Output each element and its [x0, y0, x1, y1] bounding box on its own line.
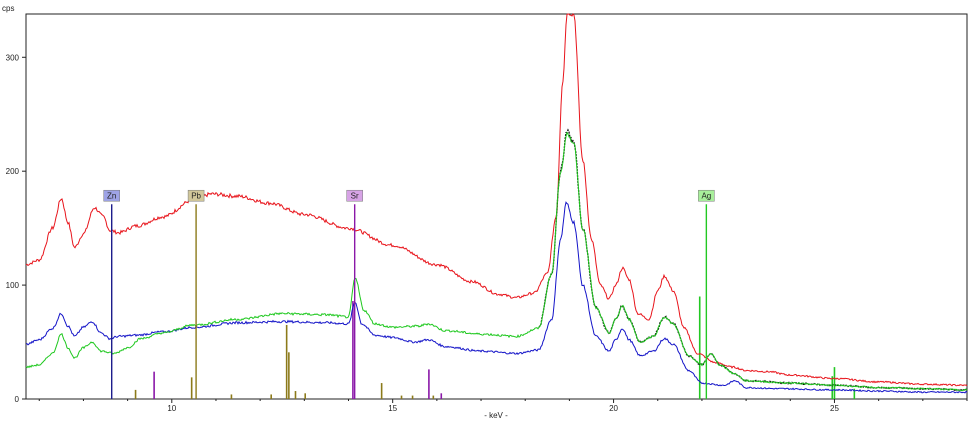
y-axis-label: cps: [2, 4, 14, 13]
plot-frame: [25, 13, 968, 400]
y-tick-label: 0: [15, 395, 20, 404]
element-marker-label: Zn: [107, 192, 116, 201]
element-marker-label: Pb: [191, 192, 201, 201]
y-tick-label: 200: [6, 167, 20, 176]
x-tick-label: 10: [167, 404, 176, 413]
element-marker-label: Sr: [351, 192, 359, 201]
y-tick-label: 300: [6, 53, 20, 62]
x-tick-label: 20: [609, 404, 618, 413]
y-tick-label: 100: [6, 281, 20, 290]
element-marker-label: Ag: [701, 192, 711, 201]
x-tick-label: 15: [388, 404, 397, 413]
x-axis-label: - keV -: [484, 411, 508, 420]
x-tick-label: 25: [830, 404, 839, 413]
spectrum-chart: Zn Pb Sr Ag 0 100 200 300 10 15 20 25 cps - keV -: [2, 4, 968, 420]
